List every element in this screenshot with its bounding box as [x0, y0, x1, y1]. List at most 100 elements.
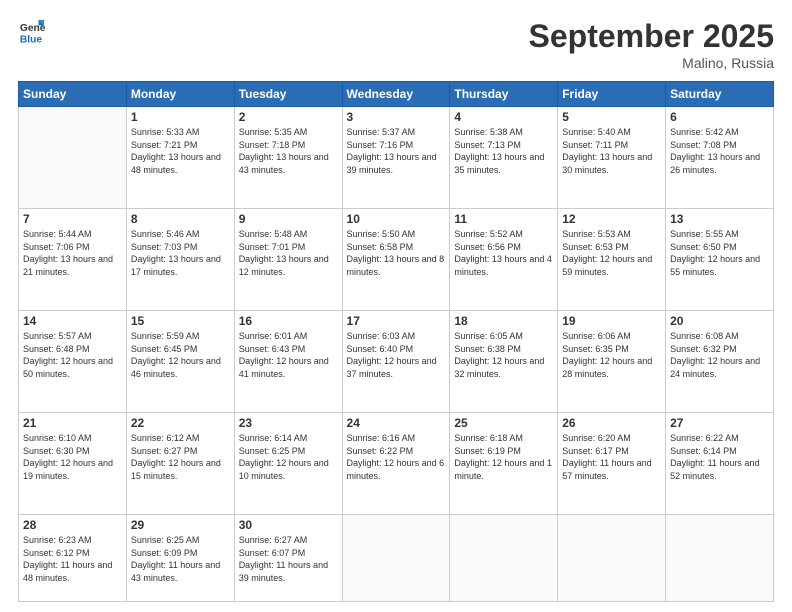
cell-info: Sunrise: 5:35 AMSunset: 7:18 PMDaylight:… [239, 126, 338, 176]
day-number: 14 [23, 314, 122, 328]
calendar-cell: 5 Sunrise: 5:40 AMSunset: 7:11 PMDaylight… [558, 107, 666, 209]
day-number: 10 [347, 212, 446, 226]
calendar-cell: 14 Sunrise: 5:57 AMSunset: 6:48 PMDayligh… [19, 311, 127, 413]
calendar-cell: 25 Sunrise: 6:18 AMSunset: 6:19 PMDayligh… [450, 413, 558, 515]
cell-info: Sunrise: 6:25 AMSunset: 6:09 PMDaylight:… [131, 534, 230, 584]
calendar-header-row: Sunday Monday Tuesday Wednesday Thursday… [19, 82, 774, 107]
cell-info: Sunrise: 5:55 AMSunset: 6:50 PMDaylight:… [670, 228, 769, 278]
cell-info: Sunrise: 6:08 AMSunset: 6:32 PMDaylight:… [670, 330, 769, 380]
cell-info: Sunrise: 5:59 AMSunset: 6:45 PMDaylight:… [131, 330, 230, 380]
cell-info: Sunrise: 5:42 AMSunset: 7:08 PMDaylight:… [670, 126, 769, 176]
calendar-cell: 11 Sunrise: 5:52 AMSunset: 6:56 PMDayligh… [450, 209, 558, 311]
cell-info: Sunrise: 6:05 AMSunset: 6:38 PMDaylight:… [454, 330, 553, 380]
calendar-cell: 22 Sunrise: 6:12 AMSunset: 6:27 PMDayligh… [126, 413, 234, 515]
col-wednesday: Wednesday [342, 82, 450, 107]
cell-info: Sunrise: 5:48 AMSunset: 7:01 PMDaylight:… [239, 228, 338, 278]
day-number: 6 [670, 110, 769, 124]
calendar-cell: 18 Sunrise: 6:05 AMSunset: 6:38 PMDayligh… [450, 311, 558, 413]
day-number: 5 [562, 110, 661, 124]
day-number: 24 [347, 416, 446, 430]
cell-info: Sunrise: 5:44 AMSunset: 7:06 PMDaylight:… [23, 228, 122, 278]
cell-info: Sunrise: 5:37 AMSunset: 7:16 PMDaylight:… [347, 126, 446, 176]
calendar-cell: 1Sunrise: 5:33 AMSunset: 7:21 PMDaylight… [126, 107, 234, 209]
cell-info: Sunrise: 5:46 AMSunset: 7:03 PMDaylight:… [131, 228, 230, 278]
calendar-cell: 28Sunrise: 6:23 AMSunset: 6:12 PMDayligh… [19, 515, 127, 602]
calendar-table: Sunday Monday Tuesday Wednesday Thursday… [18, 81, 774, 602]
col-sunday: Sunday [19, 82, 127, 107]
cell-info: Sunrise: 5:53 AMSunset: 6:53 PMDaylight:… [562, 228, 661, 278]
day-number: 26 [562, 416, 661, 430]
day-number: 15 [131, 314, 230, 328]
calendar-cell: 13 Sunrise: 5:55 AMSunset: 6:50 PMDayligh… [666, 209, 774, 311]
cell-info: Sunrise: 6:18 AMSunset: 6:19 PMDaylight:… [454, 432, 553, 482]
day-number: 20 [670, 314, 769, 328]
day-number: 29 [131, 518, 230, 532]
cell-info: Sunrise: 6:16 AMSunset: 6:22 PMDaylight:… [347, 432, 446, 482]
cell-info: Sunrise: 5:40 AMSunset: 7:11 PMDaylight:… [562, 126, 661, 176]
day-number: 17 [347, 314, 446, 328]
calendar-cell: 23Sunrise: 6:14 AMSunset: 6:25 PMDayligh… [234, 413, 342, 515]
day-number: 11 [454, 212, 553, 226]
day-number: 21 [23, 416, 122, 430]
logo: General Blue [18, 18, 46, 46]
calendar-cell [342, 515, 450, 602]
cell-info: Sunrise: 6:22 AMSunset: 6:14 PMDaylight:… [670, 432, 769, 482]
calendar-cell: 20 Sunrise: 6:08 AMSunset: 6:32 PMDayligh… [666, 311, 774, 413]
cell-info: Sunrise: 6:10 AMSunset: 6:30 PMDaylight:… [23, 432, 122, 482]
calendar-cell: 7 Sunrise: 5:44 AMSunset: 7:06 PMDaylight… [19, 209, 127, 311]
cell-info: Sunrise: 5:52 AMSunset: 6:56 PMDaylight:… [454, 228, 553, 278]
col-saturday: Saturday [666, 82, 774, 107]
day-number: 30 [239, 518, 338, 532]
calendar-cell: 24 Sunrise: 6:16 AMSunset: 6:22 PMDayligh… [342, 413, 450, 515]
calendar-cell: 6 Sunrise: 5:42 AMSunset: 7:08 PMDaylight… [666, 107, 774, 209]
cell-info: Sunrise: 5:57 AMSunset: 6:48 PMDaylight:… [23, 330, 122, 380]
calendar-cell [666, 515, 774, 602]
calendar-cell: 15 Sunrise: 5:59 AMSunset: 6:45 PMDayligh… [126, 311, 234, 413]
logo-icon: General Blue [18, 18, 46, 46]
cell-info: Sunrise: 6:14 AMSunset: 6:25 PMDaylight:… [239, 432, 338, 482]
col-monday: Monday [126, 82, 234, 107]
day-number: 18 [454, 314, 553, 328]
day-number: 22 [131, 416, 230, 430]
calendar-cell [19, 107, 127, 209]
calendar-cell: 2 Sunrise: 5:35 AMSunset: 7:18 PMDaylight… [234, 107, 342, 209]
day-number: 1 [131, 110, 230, 124]
col-friday: Friday [558, 82, 666, 107]
day-number: 3 [347, 110, 446, 124]
calendar-cell [558, 515, 666, 602]
col-tuesday: Tuesday [234, 82, 342, 107]
calendar-cell: 27 Sunrise: 6:22 AMSunset: 6:14 PMDayligh… [666, 413, 774, 515]
location-subtitle: Malino, Russia [529, 55, 774, 71]
day-number: 2 [239, 110, 338, 124]
title-block: September 2025 Malino, Russia [529, 18, 774, 71]
day-number: 12 [562, 212, 661, 226]
calendar-cell: 17 Sunrise: 6:03 AMSunset: 6:40 PMDayligh… [342, 311, 450, 413]
cell-info: Sunrise: 6:12 AMSunset: 6:27 PMDaylight:… [131, 432, 230, 482]
svg-text:Blue: Blue [20, 34, 43, 45]
day-number: 9 [239, 212, 338, 226]
day-number: 27 [670, 416, 769, 430]
cell-info: Sunrise: 5:38 AMSunset: 7:13 PMDaylight:… [454, 126, 553, 176]
day-number: 25 [454, 416, 553, 430]
calendar-cell [450, 515, 558, 602]
calendar-cell: 21 Sunrise: 6:10 AMSunset: 6:30 PMDayligh… [19, 413, 127, 515]
day-number: 16 [239, 314, 338, 328]
cell-info: Sunrise: 6:01 AMSunset: 6:43 PMDaylight:… [239, 330, 338, 380]
calendar-cell: 12 Sunrise: 5:53 AMSunset: 6:53 PMDayligh… [558, 209, 666, 311]
calendar-cell: 3 Sunrise: 5:37 AMSunset: 7:16 PMDaylight… [342, 107, 450, 209]
cell-info: Sunrise: 6:03 AMSunset: 6:40 PMDaylight:… [347, 330, 446, 380]
calendar-cell: 8 Sunrise: 5:46 AMSunset: 7:03 PMDaylight… [126, 209, 234, 311]
calendar-cell: 16 Sunrise: 6:01 AMSunset: 6:43 PMDayligh… [234, 311, 342, 413]
cell-info: Sunrise: 6:06 AMSunset: 6:35 PMDaylight:… [562, 330, 661, 380]
calendar-cell: 26Sunrise: 6:20 AMSunset: 6:17 PMDayligh… [558, 413, 666, 515]
month-year-title: September 2025 [529, 18, 774, 55]
calendar-cell: 30Sunrise: 6:27 AMSunset: 6:07 PMDayligh… [234, 515, 342, 602]
day-number: 13 [670, 212, 769, 226]
day-number: 8 [131, 212, 230, 226]
calendar-cell: 10Sunrise: 5:50 AMSunset: 6:58 PMDayligh… [342, 209, 450, 311]
day-number: 7 [23, 212, 122, 226]
page-header: General Blue September 2025 Malino, Russ… [18, 18, 774, 71]
calendar-cell: 4Sunrise: 5:38 AMSunset: 7:13 PMDaylight… [450, 107, 558, 209]
calendar-cell: 9 Sunrise: 5:48 AMSunset: 7:01 PMDaylight… [234, 209, 342, 311]
day-number: 19 [562, 314, 661, 328]
